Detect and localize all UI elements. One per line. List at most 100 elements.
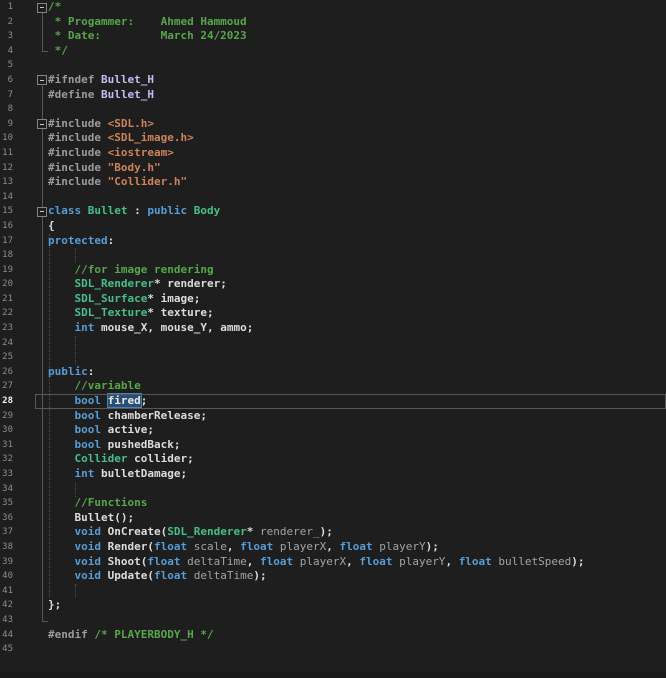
selected-word[interactable]: fired [106, 393, 142, 409]
code-line[interactable]: 43 [0, 613, 666, 628]
code-line[interactable]: 4 */ [0, 44, 666, 59]
code-line[interactable]: 20 SDL_Renderer* renderer; [0, 277, 666, 292]
code-line[interactable]: 38 void Render(float scale, float player… [0, 540, 666, 555]
code-line[interactable]: 42}; [0, 598, 666, 613]
code-line[interactable]: 18 [0, 248, 666, 263]
code-text[interactable]: void Render(float scale, float playerX, … [48, 540, 439, 555]
code-text[interactable]: * Progammer: Ahmed Hammoud [48, 15, 247, 30]
line-number: 23 [2, 323, 13, 334]
fold-column [13, 277, 48, 292]
code-text[interactable]: int mouse_X, mouse_Y, ammo; [48, 321, 254, 336]
code-line[interactable]: 28 bool fired; [0, 393, 666, 409]
code-text[interactable]: { [48, 219, 55, 234]
code-line[interactable]: 21 SDL_Surface* image; [0, 292, 666, 307]
code-line[interactable]: 19 //for image rendering [0, 263, 666, 278]
code-line[interactable]: 40 void Update(float deltaTime); [0, 569, 666, 584]
code-text[interactable]: SDL_Surface* image; [48, 292, 201, 307]
code-line[interactable]: 9 #include <SDL.h> [0, 117, 666, 132]
code-line[interactable]: 24 [0, 336, 666, 351]
fold-collapse-icon[interactable] [37, 2, 47, 13]
line-number: 36 [2, 512, 13, 523]
code-line[interactable]: 33 int bulletDamage; [0, 467, 666, 482]
fold-column [13, 292, 48, 307]
fold-column [13, 467, 48, 482]
code-line[interactable]: 8 [0, 102, 666, 117]
code-line[interactable]: 37 void OnCreate(SDL_Renderer* renderer_… [0, 525, 666, 540]
code-line[interactable]: 17 protected: [0, 234, 666, 249]
code-line[interactable]: 12 #include "Body.h" [0, 161, 666, 176]
code-text[interactable]: #include "Collider.h" [48, 175, 187, 190]
code-line[interactable]: 35 //Functions [0, 496, 666, 511]
fold-column [13, 569, 48, 584]
code-line[interactable]: 1 /* [0, 0, 666, 15]
code-line[interactable]: 10 #include <SDL_image.h> [0, 131, 666, 146]
code-line[interactable]: 6 #ifndef Bullet_H [0, 73, 666, 88]
fold-column [13, 306, 48, 321]
code-text[interactable]: bool active; [48, 423, 154, 438]
code-text[interactable]: SDL_Texture* texture; [48, 306, 214, 321]
code-text[interactable]: /* [48, 0, 61, 15]
code-text[interactable]: * Date: March 24/2023 [48, 29, 247, 44]
code-text[interactable]: void Shoot(float deltaTime, float player… [48, 555, 585, 570]
code-text[interactable]: bool fired; [48, 393, 147, 409]
code-line[interactable]: 34 [0, 482, 666, 497]
code-text[interactable]: protected: [48, 234, 114, 249]
code-text[interactable]: #include <SDL_image.h> [48, 131, 194, 146]
code-text[interactable]: Bullet(); [48, 511, 134, 526]
code-line[interactable]: 39 void Shoot(float deltaTime, float pla… [0, 555, 666, 570]
code-line[interactable]: 32 Collider collider; [0, 452, 666, 467]
line-number: 2 [7, 16, 13, 27]
line-number: 6 [7, 74, 13, 85]
code-line[interactable]: 3 * Date: March 24/2023 [0, 29, 666, 44]
fold-column [13, 511, 48, 526]
code-line[interactable]: 16 { [0, 219, 666, 234]
code-text[interactable]: #include <SDL.h> [48, 117, 154, 132]
code-lines-container[interactable]: 1/* 2 * Progammer: Ahmed Hammoud 3 * Date:… [0, 0, 666, 657]
code-text[interactable]: int bulletDamage; [48, 467, 188, 482]
code-text[interactable]: public: [48, 365, 94, 380]
code-line[interactable]: 27 //variable [0, 379, 666, 394]
code-text[interactable]: }; [48, 598, 61, 613]
code-line[interactable]: 13 #include "Collider.h" [0, 175, 666, 190]
code-text[interactable]: void Update(float deltaTime); [48, 569, 267, 584]
code-editor[interactable]: 1/* 2 * Progammer: Ahmed Hammoud 3 * Date:… [0, 0, 666, 678]
code-line[interactable]: 15 class Bullet : public Body [0, 204, 666, 219]
code-text[interactable]: bool pushedBack; [48, 438, 181, 453]
fold-collapse-icon[interactable] [37, 75, 47, 86]
code-text[interactable]: //for image rendering [48, 263, 214, 278]
code-text[interactable]: #ifndef Bullet_H [48, 73, 154, 88]
code-line[interactable]: 45 [0, 642, 666, 657]
fold-collapse-icon[interactable] [37, 119, 47, 130]
code-line[interactable]: 5 [0, 58, 666, 73]
line-number: 30 [2, 425, 13, 436]
code-line[interactable]: 41 [0, 584, 666, 599]
fold-column [13, 423, 48, 438]
code-line[interactable]: 36 Bullet(); [0, 511, 666, 526]
code-line[interactable]: 22 SDL_Texture* texture; [0, 306, 666, 321]
code-line[interactable]: 26 public: [0, 365, 666, 380]
code-text[interactable]: #endif /* PLAYERBODY_H */ [48, 628, 214, 643]
code-text[interactable]: #include "Body.h" [48, 161, 161, 176]
code-text[interactable]: Collider collider; [48, 452, 194, 467]
code-text[interactable]: SDL_Renderer* renderer; [48, 277, 227, 292]
code-line[interactable]: 30 bool active; [0, 423, 666, 438]
code-text[interactable]: */ [48, 44, 68, 59]
code-text[interactable]: void OnCreate(SDL_Renderer* renderer_); [48, 525, 333, 540]
fold-collapse-icon[interactable] [37, 206, 47, 217]
code-text[interactable]: bool chamberRelease; [48, 409, 207, 424]
code-text[interactable]: #include <iostream> [48, 146, 174, 161]
code-line[interactable]: 23 int mouse_X, mouse_Y, ammo; [0, 321, 666, 336]
code-line[interactable]: 44 #endif /* PLAYERBODY_H */ [0, 628, 666, 643]
code-line[interactable]: 29 bool chamberRelease; [0, 409, 666, 424]
code-line[interactable]: 31 bool pushedBack; [0, 438, 666, 453]
code-text[interactable]: //Functions [48, 496, 148, 511]
code-line[interactable]: 14 [0, 190, 666, 205]
code-line[interactable]: 2 * Progammer: Ahmed Hammoud [0, 15, 666, 30]
code-line[interactable]: 25 [0, 350, 666, 365]
code-text[interactable]: class Bullet : public Body [48, 204, 220, 219]
line-number: 20 [2, 279, 13, 290]
code-line[interactable]: 7 #define Bullet_H [0, 88, 666, 103]
code-line[interactable]: 11 #include <iostream> [0, 146, 666, 161]
code-text[interactable]: #define Bullet_H [48, 88, 154, 103]
code-text[interactable]: //variable [48, 379, 141, 394]
